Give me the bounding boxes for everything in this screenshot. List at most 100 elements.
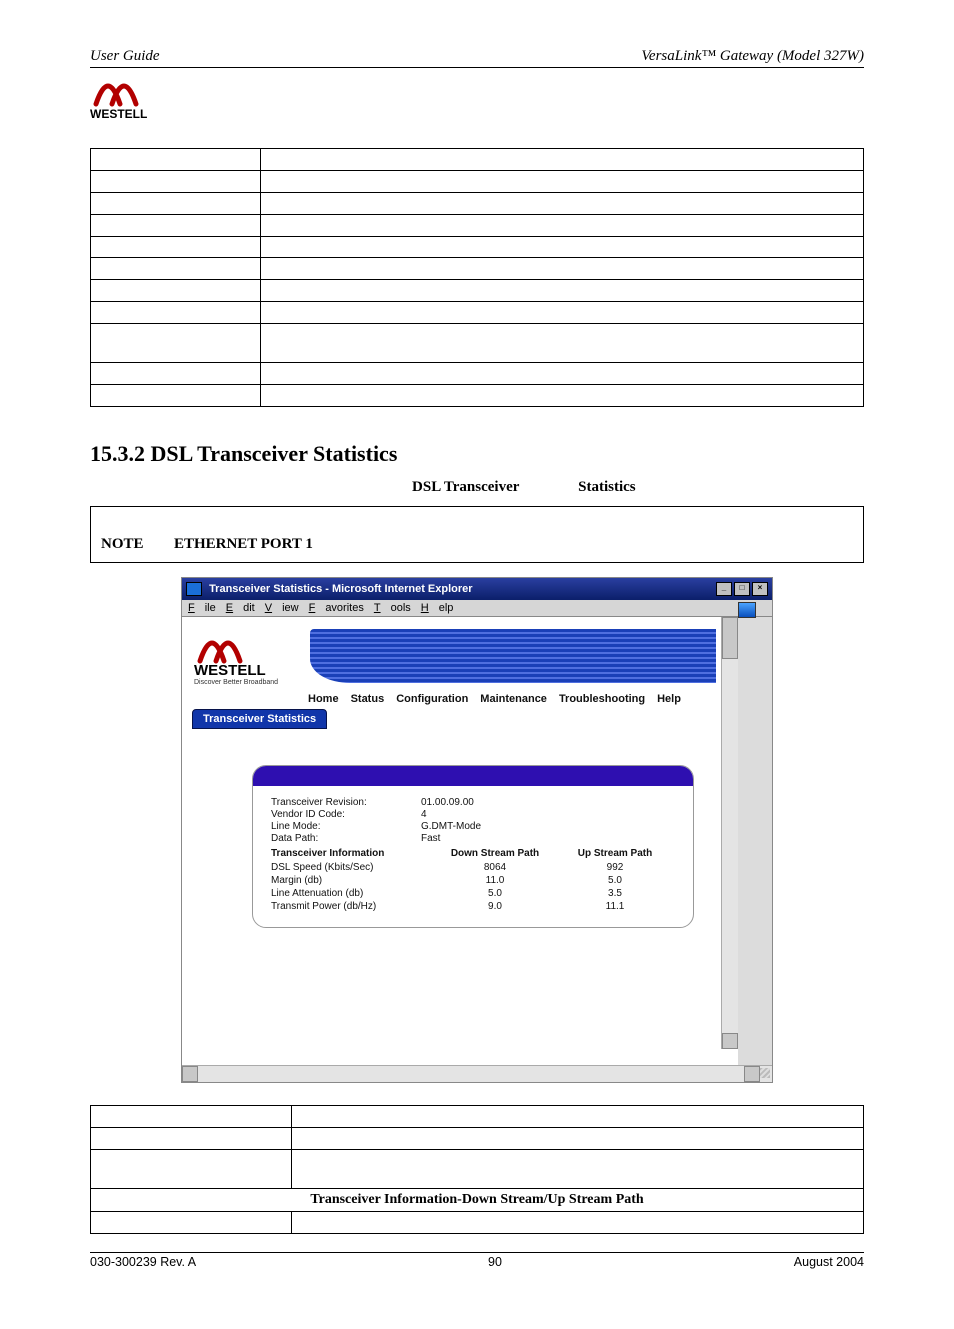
- t1-label: Unknown Proto: [91, 362, 261, 384]
- t1-desc: Total number of packets received.: [261, 214, 864, 236]
- kv-row: Transceiver Revision:01.00.09.00: [271, 797, 675, 808]
- banner-stripes: [310, 629, 716, 683]
- ti-down: 5.0: [435, 887, 555, 900]
- ti-metric: Margin (db): [271, 874, 435, 887]
- header-right: VersaLink™ Gateway (Model 327W): [641, 48, 864, 65]
- nav-item[interactable]: Help: [657, 693, 681, 705]
- ie-menu-item[interactable]: Help: [421, 602, 454, 614]
- ti-up: 5.0: [555, 874, 675, 887]
- footer-center: 90: [488, 1255, 502, 1269]
- transceiver-info-table: Transceiver Information Down Stream Path…: [271, 846, 675, 913]
- westell-logo: WESTELL: [90, 74, 864, 120]
- t1-desc: Total number of received packets discard…: [261, 302, 864, 324]
- t1-label: Rx Pkts: [91, 214, 261, 236]
- ie-menu-item[interactable]: Edit: [226, 602, 255, 614]
- transceiver-field-table: Transceiver RevisionTransceiver firmware…: [90, 1105, 864, 1234]
- kv-key: Data Path:: [271, 833, 421, 844]
- ie-menu-item[interactable]: View: [265, 602, 299, 614]
- t2-label: Vendor ID Code: [91, 1127, 292, 1149]
- ie-app-icon: [186, 582, 202, 596]
- t1-label: Tx Pkts: [91, 192, 261, 214]
- t1-label: Reset: [91, 384, 261, 406]
- t2-label: Line Mode: [91, 1149, 292, 1188]
- ti-up: 3.5: [555, 887, 675, 900]
- nav-item[interactable]: Maintenance: [480, 693, 547, 705]
- t1-desc: Total number of error packets transmitte…: [261, 258, 864, 280]
- westell-banner: WESTELL Discover Better Broadband: [190, 623, 716, 689]
- footer-right: August 2004: [794, 1255, 864, 1269]
- ie-viewport: WESTELL Discover Better Broadband Home St…: [182, 617, 738, 1065]
- ie-menu-item[interactable]: Tools: [374, 602, 411, 614]
- ti-metric: Transmit Power (db/Hz): [271, 900, 435, 913]
- bold-dsl-transceiver: DSL Transceiver: [412, 479, 519, 495]
- kv-row: Data Path:Fast: [271, 833, 675, 844]
- ie-throbber-icon: [738, 602, 756, 618]
- t1-label: Rx Error Pkts: [91, 236, 261, 258]
- tab-transceiver-statistics[interactable]: Transceiver Statistics: [192, 709, 327, 729]
- ti-down: 9.0: [435, 900, 555, 913]
- nav-item[interactable]: Troubleshooting: [559, 693, 645, 705]
- close-icon[interactable]: ×: [752, 582, 768, 596]
- maximize-icon[interactable]: □: [734, 582, 750, 596]
- nav-item[interactable]: Status: [351, 693, 385, 705]
- ie-menu-item[interactable]: File: [188, 602, 216, 614]
- kv-key: Line Mode:: [271, 821, 421, 832]
- t1-desc: Number of times a transmitted packet was…: [261, 280, 864, 302]
- ti-down: 11.0: [435, 874, 555, 887]
- ie-menu-item[interactable]: Favorites: [309, 602, 364, 614]
- panel-header-bar: [253, 766, 693, 786]
- ti-row: DSL Speed (Kbits/Sec)8064992: [271, 861, 675, 874]
- ti-down: 8064: [435, 861, 555, 874]
- t1-label: Tx Discard Pkts: [91, 324, 261, 363]
- ti-metric: Line Attenuation (db): [271, 887, 435, 900]
- ie-title-text: Transceiver Statistics - Microsoft Inter…: [186, 582, 473, 596]
- section-title: DSL Transceiver Statistics: [151, 441, 398, 466]
- ie-titlebar: Transceiver Statistics - Microsoft Inter…: [182, 578, 772, 600]
- t2-desc: The downstream and upstream transmission…: [291, 1212, 863, 1234]
- scrollbar-horizontal[interactable]: [182, 1065, 772, 1082]
- stats-panel: Transceiver Revision:01.00.09.00Vendor I…: [252, 765, 694, 928]
- ie-menu-bar[interactable]: File Edit View Favorites Tools Help: [182, 600, 772, 617]
- t1-desc: Packets Westell is received that are of …: [261, 362, 864, 384]
- note-box: : If you have an Ethernet card with your…: [90, 506, 864, 564]
- t2-desc: Transceiver firmware version.: [291, 1106, 863, 1128]
- ti-row: Line Attenuation (db)5.03.5: [271, 887, 675, 900]
- tab-strip: Transceiver Statistics: [190, 709, 716, 729]
- ti-col-up: Up Stream Path: [555, 846, 675, 861]
- banner-logo: WESTELL Discover Better Broadband: [194, 627, 304, 688]
- bold-statistics: Statistics: [578, 479, 636, 495]
- svg-text:WESTELL: WESTELL: [194, 662, 266, 679]
- kv-value: 4: [421, 809, 541, 820]
- scrollbar-left-arrow-icon[interactable]: [182, 1066, 198, 1082]
- window-buttons[interactable]: _ □ ×: [716, 582, 768, 596]
- note-label: NOTE: [101, 536, 144, 552]
- svg-text:WESTELL: WESTELL: [90, 107, 147, 120]
- ti-col-info: Transceiver Information: [271, 846, 435, 861]
- minimize-icon[interactable]: _: [716, 582, 732, 596]
- kv-row: Vendor ID Code:4: [271, 809, 675, 820]
- t1-desc: Total number of packets transmitted.: [261, 192, 864, 214]
- t1-desc: Total number of bytes received.: [261, 170, 864, 192]
- footer-left: 030-300239 Rev. A: [90, 1255, 196, 1269]
- t1-label: Rx Bytes: [91, 170, 261, 192]
- scrollbar-right-arrow-icon[interactable]: [744, 1066, 760, 1082]
- t2-desc: Manufacturer's ID code.: [291, 1127, 863, 1149]
- kv-value: 01.00.09.00: [421, 797, 541, 808]
- t1-label: Rx Discard Pkts: [91, 302, 261, 324]
- nav-item[interactable]: Configuration: [396, 693, 468, 705]
- ti-row: Transmit Power (db/Hz)9.011.1: [271, 900, 675, 913]
- t2-label: DSL Speed (Kbits/Sec): [91, 1212, 292, 1234]
- resize-grip-icon[interactable]: [760, 1068, 770, 1078]
- running-header: User Guide VersaLink™ Gateway (Model 327…: [90, 48, 864, 65]
- kv-row: Line Mode:G.DMT-Mode: [271, 821, 675, 832]
- t1-desc: Total number of error packets received.: [261, 236, 864, 258]
- nav-item[interactable]: Home: [308, 693, 339, 705]
- section-number: 15.3.2: [90, 441, 145, 466]
- t1-desc: Total number of transmitted packets disc…: [261, 324, 864, 363]
- westell-nav[interactable]: Home Status Configuration Maintenance Troubl…: [190, 691, 716, 711]
- t1-label: Tx Error Pkts: [91, 258, 261, 280]
- ti-up: 992: [555, 861, 675, 874]
- t1-label: Collision Pkts: [91, 280, 261, 302]
- t2-desc: DSL mode of operation. This indicates th…: [291, 1149, 863, 1188]
- scrollbar-h-track[interactable]: [198, 1066, 744, 1082]
